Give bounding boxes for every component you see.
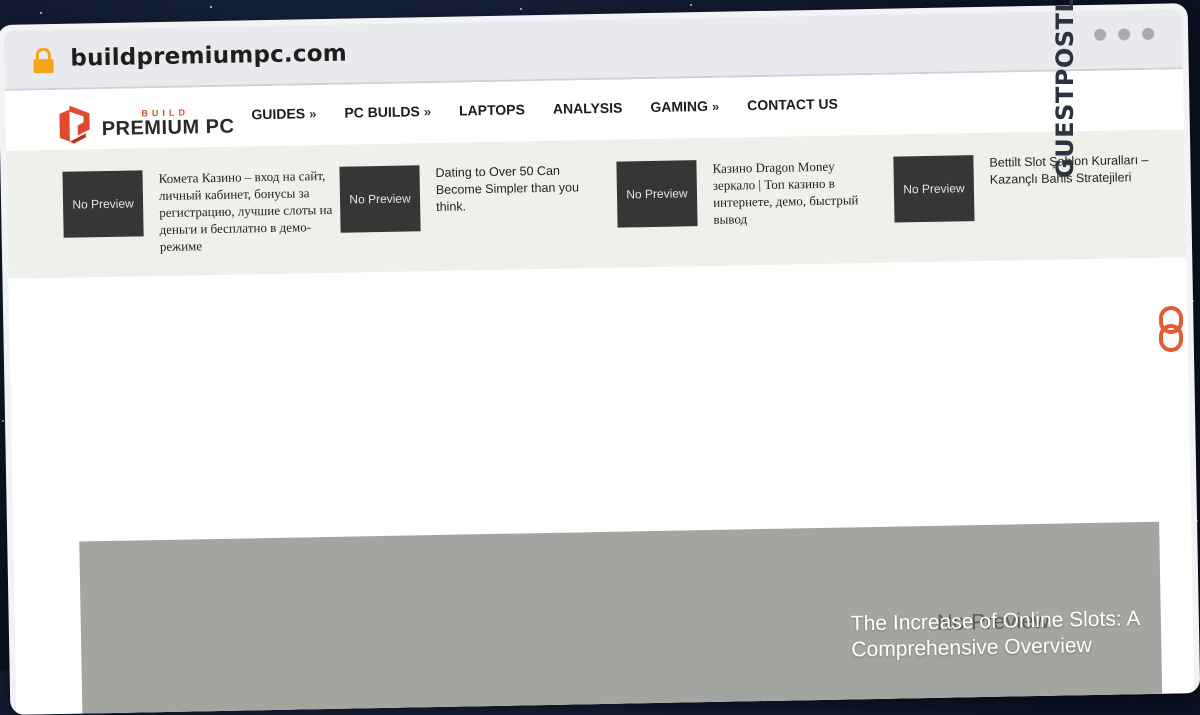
nav-label: GAMING: [650, 97, 709, 116]
post-ticker: No Preview Комета Казино – вход на сайт,…: [6, 129, 1187, 279]
post-title[interactable]: Комета Казино – вход на сайт, личный каб…: [158, 167, 334, 255]
nav-analysis[interactable]: ANALYSIS: [553, 100, 623, 117]
double-chevron-right-icon: »: [423, 103, 432, 119]
window-dot-icon[interactable]: [1142, 27, 1155, 40]
watermark-text: GUESTPOSTLINKS: [1051, 0, 1079, 178]
url-text: buildpremiumpc.com: [70, 40, 348, 72]
main-nav: GUIDES » PC BUILDS » LAPTOPS ANALYSIS GA…: [251, 95, 866, 123]
post-thumbnail[interactable]: No Preview: [62, 170, 144, 238]
ticker-post[interactable]: No Preview Bettilt Slot Şablon Kuralları…: [893, 152, 1164, 223]
window-dot-icon[interactable]: [1118, 28, 1131, 41]
double-chevron-right-icon: »: [711, 98, 720, 114]
post-thumbnail[interactable]: No Preview: [616, 160, 698, 228]
nav-contact-us[interactable]: CONTACT US: [747, 96, 838, 114]
featured-post[interactable]: No Preview The Increase of Online Slots:…: [79, 521, 1163, 715]
nav-laptops[interactable]: LAPTOPS: [459, 101, 525, 118]
nav-label: ANALYSIS: [552, 99, 623, 117]
double-chevron-right-icon: »: [308, 105, 317, 121]
post-title[interactable]: Казино Dragon Money зеркало | Топ казино…: [712, 157, 868, 228]
nav-label: LAPTOPS: [458, 101, 526, 119]
ticker-post[interactable]: No Preview Комета Казино – вход на сайт,…: [62, 167, 334, 257]
link-chain-icon: [1159, 306, 1183, 352]
lock-icon: [33, 47, 54, 74]
post-thumbnail[interactable]: No Preview: [339, 165, 421, 233]
nav-guides[interactable]: GUIDES »: [251, 105, 316, 122]
web-page: BUILD PREMIUM PC GUIDES » PC BUILDS » LA…: [4, 69, 1195, 715]
post-thumbnail[interactable]: No Preview: [893, 155, 975, 223]
window-controls: [1094, 27, 1155, 41]
ticker-post[interactable]: No Preview Dating to Over 50 Can Become …: [339, 162, 610, 233]
site-logo[interactable]: BUILD PREMIUM PC: [55, 101, 235, 146]
nav-gaming[interactable]: GAMING »: [650, 98, 719, 115]
hero-title[interactable]: The Increase of Online Slots: A Comprehe…: [851, 606, 1152, 663]
browser-window: buildpremiumpc.com BUILD PREMIUM PC GUID…: [0, 3, 1200, 715]
nav-label: CONTACT US: [747, 95, 839, 114]
nav-pc-builds[interactable]: PC BUILDS »: [344, 103, 432, 121]
guestpostlinks-watermark: GUESTPOSTLINKS: [1051, 0, 1186, 358]
window-dot-icon[interactable]: [1094, 28, 1107, 41]
ticker-post[interactable]: No Preview Казино Dragon Money зеркало |…: [616, 157, 887, 230]
logo-main-text: PREMIUM PC: [101, 115, 235, 140]
nav-label: GUIDES: [251, 105, 306, 123]
nav-label: PC BUILDS: [344, 103, 420, 121]
logo-mark-icon: [59, 105, 90, 144]
post-title[interactable]: Dating to Over 50 Can Become Simpler tha…: [435, 162, 596, 231]
